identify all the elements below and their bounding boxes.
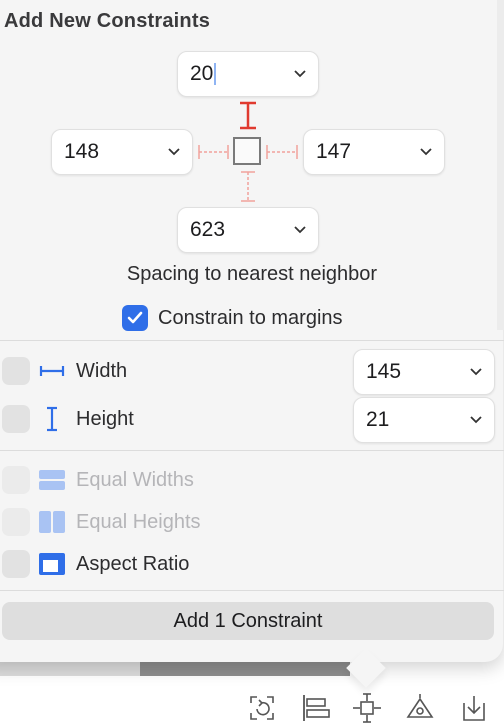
top-strut[interactable] <box>240 101 256 130</box>
width-value: 145 <box>366 360 402 383</box>
chevron-down-icon[interactable] <box>466 410 486 430</box>
height-value: 21 <box>366 408 390 431</box>
width-row: Width <box>2 356 127 386</box>
constrain-to-margins-label: Constrain to margins <box>158 306 343 329</box>
aspect-ratio-icon <box>38 550 66 578</box>
equal-heights-icon <box>38 508 66 536</box>
right-strut[interactable] <box>266 145 298 159</box>
constrain-to-margins-checkbox[interactable] <box>122 305 148 331</box>
width-field[interactable]: 145 <box>353 349 495 395</box>
divider <box>0 340 504 341</box>
embed-in-icon[interactable] <box>458 692 490 724</box>
height-checkbox[interactable] <box>2 405 30 433</box>
chevron-down-icon[interactable] <box>466 362 486 382</box>
bottom-strut[interactable] <box>241 171 255 202</box>
equal-widths-label: Equal Widths <box>76 468 194 491</box>
height-field[interactable]: 21 <box>353 397 495 443</box>
equal-widths-row: Equal Widths <box>2 465 194 495</box>
divider <box>0 590 504 591</box>
spacing-caption: Spacing to nearest neighbor <box>126 263 378 285</box>
equal-widths-checkbox[interactable] <box>2 466 30 494</box>
align-icon[interactable] <box>300 692 332 724</box>
width-label: Width <box>76 359 128 382</box>
aspect-ratio-label: Aspect Ratio <box>76 552 190 575</box>
checkmark-icon <box>127 311 143 324</box>
divider <box>0 450 504 451</box>
height-label: Height <box>76 407 134 430</box>
constrain-to-margins-row[interactable]: Constrain to margins <box>122 305 343 331</box>
left-strut[interactable] <box>198 145 229 159</box>
equal-heights-label: Equal Heights <box>76 510 201 533</box>
width-icon <box>38 357 66 385</box>
equal-heights-checkbox[interactable] <box>2 508 30 536</box>
resolve-issues-icon[interactable] <box>404 692 436 724</box>
equal-widths-icon <box>38 466 66 494</box>
spacing-struts <box>198 101 298 202</box>
equal-heights-row: Equal Heights <box>2 507 201 537</box>
update-frames-icon[interactable] <box>246 692 278 724</box>
aspect-ratio-checkbox[interactable] <box>2 550 30 578</box>
width-checkbox[interactable] <box>2 357 30 385</box>
aspect-ratio-row: Aspect Ratio <box>2 549 189 579</box>
add-constraints-button[interactable]: Add 1 Constraint <box>2 602 494 640</box>
background-bar-dark <box>140 662 350 676</box>
selected-view-box <box>233 137 261 165</box>
add-constraints-icon[interactable] <box>351 692 383 724</box>
height-icon <box>38 405 66 433</box>
height-row: Height <box>2 404 134 434</box>
